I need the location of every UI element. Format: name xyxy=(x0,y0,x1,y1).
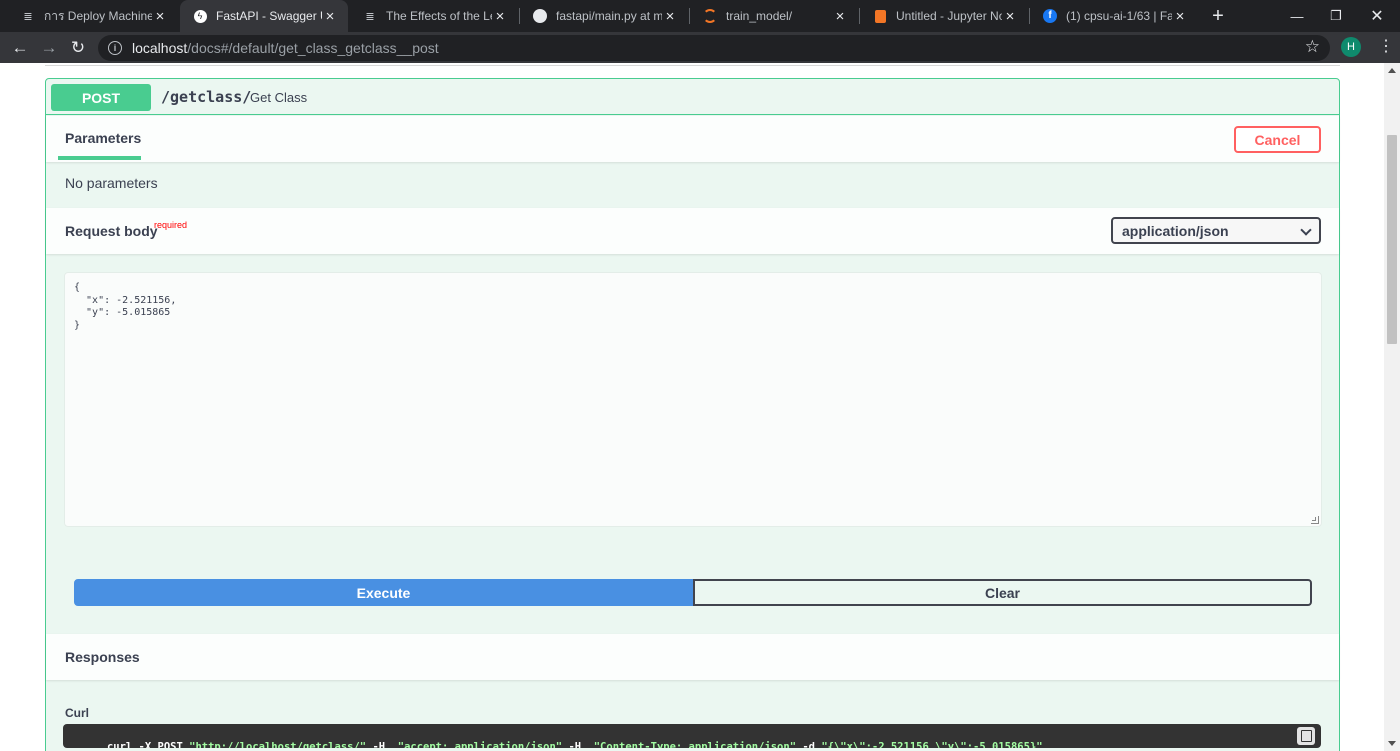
close-icon[interactable]: × xyxy=(832,8,848,25)
curl-command-text: curl -X POST "http://localhost/getclass/… xyxy=(107,741,1043,748)
browser-menu-icon[interactable]: ⋮ xyxy=(1378,37,1394,57)
resize-handle-icon[interactable] xyxy=(1311,516,1319,524)
execute-button[interactable]: Execute xyxy=(74,579,693,606)
content-type-select[interactable]: application/json xyxy=(1111,217,1321,244)
curl-token: -H xyxy=(562,741,594,748)
back-arrow-icon[interactable]: ← xyxy=(8,36,32,60)
address-bar[interactable]: i localhost/docs#/default/get_class_getc… xyxy=(98,35,1330,61)
divider xyxy=(45,65,1340,66)
tab-title: Untitled - Jupyter Note xyxy=(896,9,1002,23)
tab-title: (1) cpsu-ai-1/63 | Faceb xyxy=(1066,9,1172,23)
page-viewport: POST /getclass/ Get Class Parameters Can… xyxy=(0,63,1384,751)
execute-wrapper: Execute Clear xyxy=(74,579,1312,606)
curl-string: "Content-Type: application/json" xyxy=(593,741,797,748)
curl-string: "{\"x\":-2.521156,\"y\":-5.015865}" xyxy=(821,741,1043,748)
curl-command[interactable]: curl -X POST "http://localhost/getclass/… xyxy=(63,724,1321,748)
tab-title: FastAPI - Swagger UI xyxy=(216,9,322,23)
url-path: /docs#/default/get_class_getclass__post xyxy=(187,40,439,56)
tab-title: fastapi/main.py at mas xyxy=(556,9,662,23)
reload-icon[interactable]: ↻ xyxy=(66,36,90,60)
request-body-header: Request body required application/json xyxy=(46,208,1339,254)
curl-token: -d xyxy=(796,741,822,748)
browser-tab-1[interactable]: ≣ การ Deploy Machine Le × xyxy=(8,0,178,32)
github-icon xyxy=(532,8,548,24)
operation-summary-text: Get Class xyxy=(250,90,308,105)
responses-header: Responses xyxy=(46,634,1339,680)
curl-token: -H xyxy=(366,741,398,748)
scroll-down-icon[interactable] xyxy=(1388,741,1396,746)
cancel-button[interactable]: Cancel xyxy=(1234,126,1321,153)
browser-toolbar: ← → ↻ i localhost/docs#/default/get_clas… xyxy=(0,32,1400,63)
scroll-up-icon[interactable] xyxy=(1388,68,1396,73)
request-body-title: Request body xyxy=(65,223,158,239)
parameters-tab[interactable]: Parameters xyxy=(65,130,141,146)
curl-string: "accept: application/json" xyxy=(397,741,563,748)
browser-tab-3[interactable]: ≣ The Effects of the Learn × xyxy=(350,0,518,32)
copy-icon[interactable] xyxy=(1297,727,1315,745)
tab-title: The Effects of the Learn xyxy=(386,9,492,23)
close-icon[interactable]: × xyxy=(492,8,508,25)
fastapi-icon: ϟ xyxy=(192,8,208,24)
curl-string: "http://localhost/getclass/" xyxy=(189,741,367,748)
parameters-header: Parameters Cancel xyxy=(46,116,1339,162)
request-body-text: { "x": -2.521156, "y": -5.015865 } xyxy=(74,282,177,331)
bookmark-star-icon[interactable]: ☆ xyxy=(1305,37,1320,57)
page-icon: ≣ xyxy=(365,10,375,23)
close-icon[interactable]: × xyxy=(322,8,338,25)
maximize-icon[interactable]: ❐ xyxy=(1313,0,1359,32)
close-window-icon[interactable]: ✕ xyxy=(1354,0,1400,32)
curl-token: curl -X POST xyxy=(106,741,190,748)
no-parameters-text: No parameters xyxy=(65,175,158,191)
close-icon[interactable]: × xyxy=(152,8,168,25)
close-icon[interactable]: × xyxy=(662,8,678,25)
close-icon[interactable]: × xyxy=(1172,8,1188,25)
operation-summary[interactable]: POST /getclass/ Get Class xyxy=(46,79,1339,115)
browser-tab-6[interactable]: Untitled - Jupyter Note × xyxy=(860,0,1028,32)
browser-tab-4[interactable]: fastapi/main.py at mas × xyxy=(520,0,688,32)
page-icon: ≣ xyxy=(23,10,33,23)
request-body-editor[interactable]: { "x": -2.521156, "y": -5.015865 } xyxy=(64,272,1322,527)
curl-label: Curl xyxy=(65,706,89,720)
method-badge: POST xyxy=(51,84,151,111)
profile-avatar[interactable]: H xyxy=(1341,37,1361,57)
url-host: localhost xyxy=(132,40,188,56)
browser-tab-7[interactable]: f (1) cpsu-ai-1/63 | Faceb × xyxy=(1030,0,1198,32)
jupyter-icon xyxy=(702,8,718,24)
content-type-value: application/json xyxy=(1122,222,1229,239)
notebook-icon xyxy=(872,8,888,24)
facebook-icon: f xyxy=(1042,8,1058,24)
chevron-down-icon xyxy=(1300,224,1312,236)
browser-tab-2[interactable]: ϟ FastAPI - Swagger UI × xyxy=(180,0,348,32)
tab-title: การ Deploy Machine Le xyxy=(44,8,152,23)
browser-tab-bar: ≣ การ Deploy Machine Le × ϟ FastAPI - Sw… xyxy=(0,0,1400,32)
close-icon[interactable]: × xyxy=(1002,8,1018,25)
operation-block-post: POST /getclass/ Get Class Parameters Can… xyxy=(45,78,1340,751)
required-label: required xyxy=(154,220,188,230)
info-icon[interactable]: i xyxy=(108,41,122,55)
tab-underline xyxy=(58,156,141,160)
scrollbar-thumb[interactable] xyxy=(1387,135,1397,344)
responses-title: Responses xyxy=(65,649,140,665)
tab-title: train_model/ xyxy=(726,9,793,23)
browser-tab-5[interactable]: train_model/ × xyxy=(690,0,858,32)
operation-path: /getclass/ xyxy=(161,88,252,106)
page-scrollbar[interactable] xyxy=(1384,63,1400,751)
new-tab-button[interactable]: + xyxy=(1207,3,1229,29)
clear-button[interactable]: Clear xyxy=(693,579,1312,606)
forward-arrow-icon[interactable]: → xyxy=(37,36,61,60)
